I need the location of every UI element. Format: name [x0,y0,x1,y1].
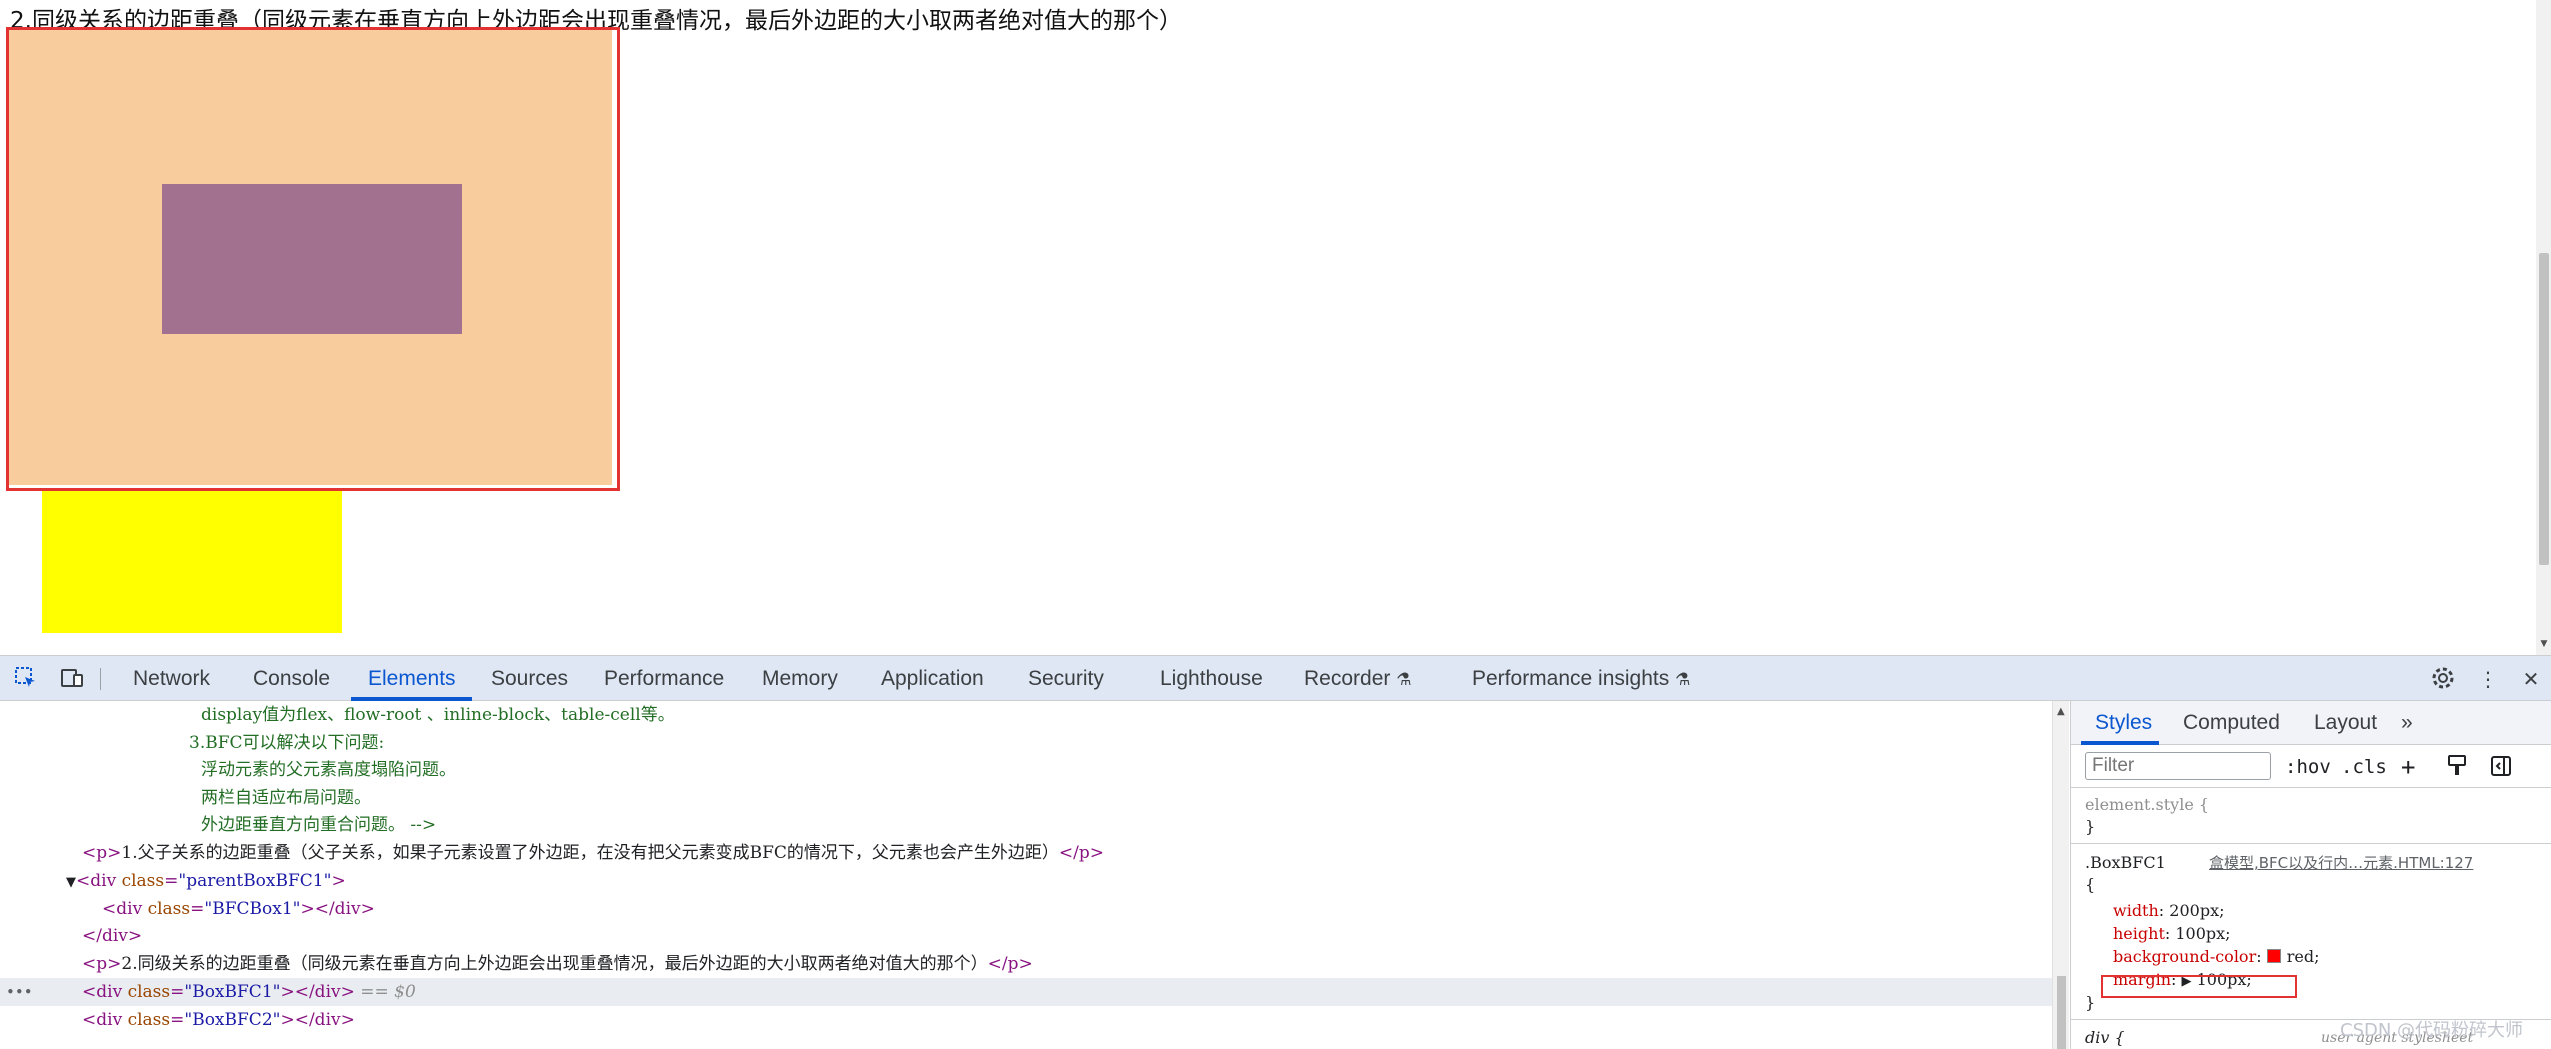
element-style-close: } [2085,817,2096,836]
styles-filter-input[interactable] [2085,752,2271,780]
comment-line[interactable]: 3.BFC可以解决以下问题: [0,729,2052,757]
tab-recorder-label: Recorder [1304,667,1391,690]
tab-console[interactable]: Console [253,656,330,701]
scroll-down-arrow-icon[interactable]: ▼ [2539,638,2549,650]
declaration-height[interactable]: height: 100px; [2113,923,2231,945]
tab-elements[interactable]: Elements [368,656,456,701]
experiment-flask-icon: ⚗ [1396,670,1412,689]
element-style-selector[interactable]: element.style { [2085,794,2209,816]
highlight-gap-bottom [9,485,617,488]
p2-text: 2.同级关系的边距重叠（同级元素在垂直方向上外边距会出现重叠情况，最后外边距的大… [121,954,988,974]
new-style-rule-plus-icon[interactable]: + [2401,754,2415,780]
box1-class-value: BoxBFC1 [192,982,273,1002]
tab-performance-insights[interactable]: Performance insights ⚗ [1472,656,1690,701]
boxbfc1-content-highlight[interactable] [162,184,462,334]
settings-gear-icon[interactable] [2429,665,2457,693]
devtools-tabbar: Network Console Elements Sources Perform… [0,656,2551,701]
rule-close-brace: } [2085,993,2096,1012]
highlight-gap-right [612,30,617,488]
page-viewport: 2.同级关系的边距重叠（同级元素在垂直方向上外边距会出现重叠情况，最后外边距的大… [0,0,2551,655]
tab-lighthouse[interactable]: Lighthouse [1160,656,1263,701]
tab-recorder[interactable]: Recorder ⚗ [1304,656,1411,701]
page-scrollbar-thumb[interactable] [2539,253,2549,565]
more-tabs-chevron-icon[interactable]: » [2401,701,2413,745]
comment-line[interactable]: display值为flex、flow-root 、inline-block、ta… [0,701,2052,729]
parent-class-value: parentBoxBFC1 [186,871,324,891]
tab-styles[interactable]: Styles [2095,701,2152,745]
declaration-width[interactable]: width: 200px; [2113,900,2224,922]
child-class-value: BFCBox1 [212,899,293,919]
tab-application[interactable]: Application [881,656,984,701]
rule-divider [2071,843,2551,844]
tab-performance-insights-label: Performance insights [1472,667,1670,690]
dom-node-boxbfc1-selected[interactable]: ••• <div class="BoxBFC1"></div> == $0 [0,978,2052,1006]
comment-line[interactable]: 外边距垂直方向重合问题。 --> [0,811,2052,839]
comment-line[interactable]: 浮动元素的父元素高度塌陷问题。 [0,756,2052,784]
rule-source-link[interactable]: 盒模型,BFC以及行内…元素.HTML:127 [2209,852,2473,874]
dom-node-p1[interactable]: <p>1.父子关系的边距重叠（父子关系，如果子元素设置了外边距，在没有把父元素变… [0,839,2052,867]
declaration-background-color[interactable]: background-color: red; [2113,946,2319,968]
csdn-watermark: CSDN @代码粉碎大师 [2340,1020,2524,1041]
scroll-up-arrow-icon[interactable]: ▲ [2057,706,2065,717]
tab-performance[interactable]: Performance [604,656,724,701]
more-options-icon[interactable]: ⋮ [2474,665,2502,693]
styles-filter-row: :hov .cls + [2071,746,2551,788]
comment-line[interactable]: 两栏自适应布局问题。 [0,784,2052,812]
tab-memory[interactable]: Memory [762,656,838,701]
elements-scrollbar-thumb[interactable] [2057,976,2066,1049]
tab-computed[interactable]: Computed [2183,701,2280,745]
p1-text: 1.父子关系的边距重叠（父子关系，如果子元素设置了外边距，在没有把父元素变成BF… [121,843,1059,863]
rule-open-brace: { [2085,875,2096,894]
margin-declaration-highlight [2101,975,2297,998]
cls-toggle[interactable]: .cls [2341,754,2387,780]
device-toolbar-icon[interactable] [58,665,86,693]
selected-marker: == $0 [360,982,416,1002]
tab-network[interactable]: Network [133,656,210,701]
toolbar-divider [100,668,101,690]
styles-active-indicator [2081,741,2159,745]
rule-selector[interactable]: .BoxBFC1 [2085,852,2166,874]
box2-class-value: BoxBFC2 [192,1010,273,1030]
dom-node-close-div[interactable]: </div> [0,922,2052,950]
tab-security[interactable]: Security [1028,656,1104,701]
inspect-element-icon[interactable] [12,665,40,693]
close-devtools-icon[interactable]: ✕ [2517,665,2545,693]
ua-rule-selector[interactable]: div { [2085,1027,2125,1049]
more-actions-dots-icon[interactable]: ••• [6,978,33,1006]
boxbfc2-yellow-box[interactable] [42,491,342,633]
color-swatch-icon[interactable] [2266,949,2281,963]
paint-brush-icon[interactable] [2446,754,2468,785]
elements-tree: display值为flex、flow-root 、inline-block、ta… [0,701,2052,1049]
expand-triangle-icon[interactable]: ▼ [66,875,76,890]
toggle-sidebar-icon[interactable] [2489,754,2513,785]
dom-node-parent-div[interactable]: ▼<div class="parentBoxBFC1"> [0,867,2052,895]
hov-toggle[interactable]: :hov [2285,754,2331,780]
tab-sources[interactable]: Sources [491,656,568,701]
experiment-flask-icon: ⚗ [1675,670,1691,689]
dom-node-boxbfc2[interactable]: <div class="BoxBFC2"></div> [0,1006,2052,1034]
dom-node-p2[interactable]: <p>2.同级关系的边距重叠（同级元素在垂直方向上外边距会出现重叠情况，最后外边… [0,950,2052,978]
dom-node-child-div[interactable]: <div class="BFCBox1"></div> [0,895,2052,923]
tab-layout[interactable]: Layout [2314,701,2377,745]
